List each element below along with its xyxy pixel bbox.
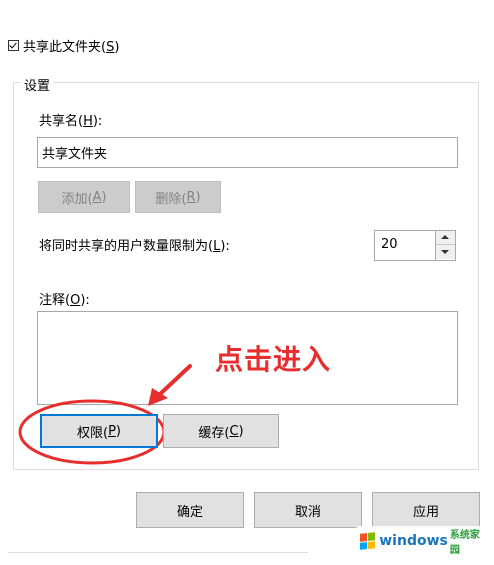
annotation-arrow-icon bbox=[148, 364, 192, 406]
cache-button[interactable]: 缓存(C) bbox=[163, 414, 279, 448]
watermark-site: 系统家园 bbox=[449, 530, 480, 556]
watermark: windows 系统家园 bbox=[356, 526, 494, 556]
permissions-button[interactable]: 权限(P) bbox=[40, 414, 158, 448]
watermark-word: windows bbox=[379, 533, 448, 549]
ok-button[interactable]: 确定 bbox=[136, 492, 244, 528]
cancel-button[interactable]: 取消 bbox=[254, 492, 362, 528]
annotation-text: 点击进入 bbox=[215, 343, 332, 376]
annotation-overlay bbox=[18, 364, 192, 465]
windows-logo-icon bbox=[360, 532, 376, 550]
footer-divider bbox=[8, 552, 308, 553]
apply-button[interactable]: 应用 bbox=[372, 492, 480, 528]
